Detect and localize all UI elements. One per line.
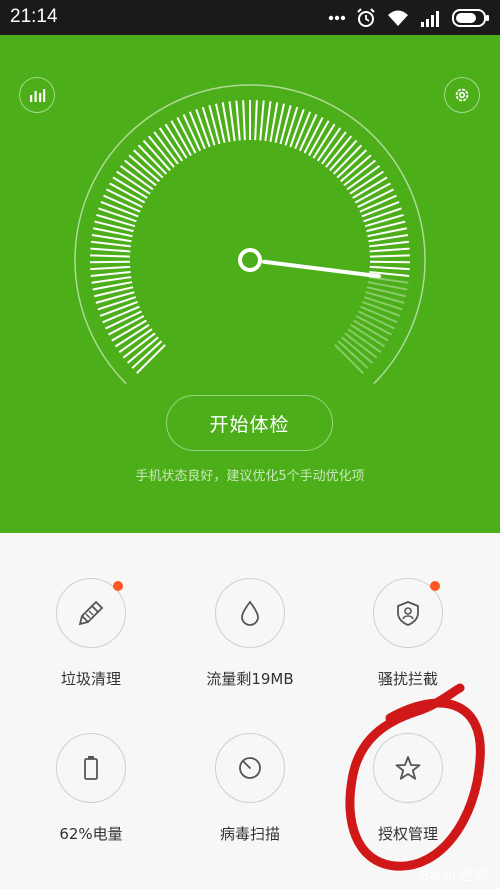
broom-icon [78, 600, 104, 626]
tool-label: 62%电量 [59, 825, 123, 843]
gauge-tick [90, 260, 131, 264]
gauge-tick [259, 100, 265, 141]
gauge-tick [90, 265, 131, 271]
gauge-tick [369, 254, 410, 258]
gauge-tick [264, 101, 272, 142]
gauge-tick [254, 100, 258, 141]
start-checkup-button[interactable]: 开始体检 [166, 395, 333, 451]
gauge-pivot [238, 248, 262, 272]
tools-grid: 垃圾清理 流量剩19MB 骚扰拦截 62%电量 病毒扫描 授权管理 [0, 533, 500, 889]
gauge-ticks [90, 100, 410, 374]
gauge-tick [235, 100, 241, 141]
tool-battery[interactable]: 62%电量 [21, 733, 161, 844]
gauge-tick [284, 106, 299, 146]
tool-label: 病毒扫描 [219, 825, 280, 843]
alarm-icon [357, 8, 375, 27]
watermark-logo: Baidu 经验 [420, 867, 488, 883]
signal-icon [421, 11, 439, 27]
status-bar: 21:14 [0, 0, 500, 35]
wifi-icon [388, 10, 408, 26]
gauge-tick [201, 106, 216, 146]
gauge-tick [368, 233, 409, 243]
star-icon [395, 756, 421, 780]
gauge-tick [90, 254, 131, 258]
gauge-tick [91, 233, 132, 243]
tool-virus-scan[interactable]: 病毒扫描 [180, 733, 320, 844]
tool-label: 授权管理 [377, 825, 438, 843]
gauge-tick [369, 265, 410, 271]
gauge-tick [91, 276, 132, 284]
gauge-tick [90, 270, 131, 277]
battery-icon [84, 756, 98, 780]
gauge-tick [369, 240, 410, 248]
gauge-needle [261, 259, 381, 279]
water-drop-icon [241, 600, 259, 626]
gauge-tick [363, 296, 403, 311]
health-gauge [74, 84, 426, 385]
notification-badge [113, 581, 123, 591]
gauge-tick [90, 240, 131, 248]
status-time: 21:14 [10, 6, 58, 27]
tool-icon-ring [373, 578, 443, 648]
gauge-tick [363, 207, 402, 223]
tool-permission-manager[interactable]: 授权管理 [338, 733, 478, 844]
tool-icon-ring [56, 733, 126, 803]
gauge-tick [90, 247, 131, 253]
notification-badge [430, 581, 440, 591]
status-hint-text: 手机状态良好，建议优化5个手动优化项 [135, 469, 365, 484]
tool-icon-ring [215, 578, 285, 648]
tool-data-usage[interactable]: 流量剩19MB [180, 578, 320, 689]
tool-icon-ring [56, 578, 126, 648]
tool-icon-ring [373, 733, 443, 803]
tool-junk-cleaner[interactable]: 垃圾清理 [21, 578, 161, 689]
gauge-tick [228, 101, 236, 142]
tool-label: 骚扰拦截 [377, 670, 438, 688]
tool-label: 垃圾清理 [60, 670, 121, 688]
gauge-tick [364, 213, 404, 228]
gauge-tick [195, 108, 211, 148]
scan-icon [239, 757, 261, 779]
gauge-tick [98, 207, 137, 223]
status-icons [328, 6, 490, 30]
gauge-tick [369, 260, 410, 264]
more-dots-icon [328, 15, 346, 21]
gauge-tick [97, 296, 137, 311]
tool-label: 流量剩19MB [206, 670, 294, 688]
gauge-tick [369, 247, 410, 253]
gauge-tick [289, 108, 305, 148]
shield-user-icon [397, 601, 419, 626]
gauge-tick [368, 276, 409, 284]
battery-icon [452, 9, 489, 27]
tool-icon-ring [215, 733, 285, 803]
gauge-tick [96, 213, 136, 228]
tool-harassment-block[interactable]: 骚扰拦截 [338, 578, 478, 689]
security-hero-panel: 开始体检 手机状态良好，建议优化5个手动优化项 [0, 35, 500, 533]
gauge-tick [242, 100, 246, 141]
